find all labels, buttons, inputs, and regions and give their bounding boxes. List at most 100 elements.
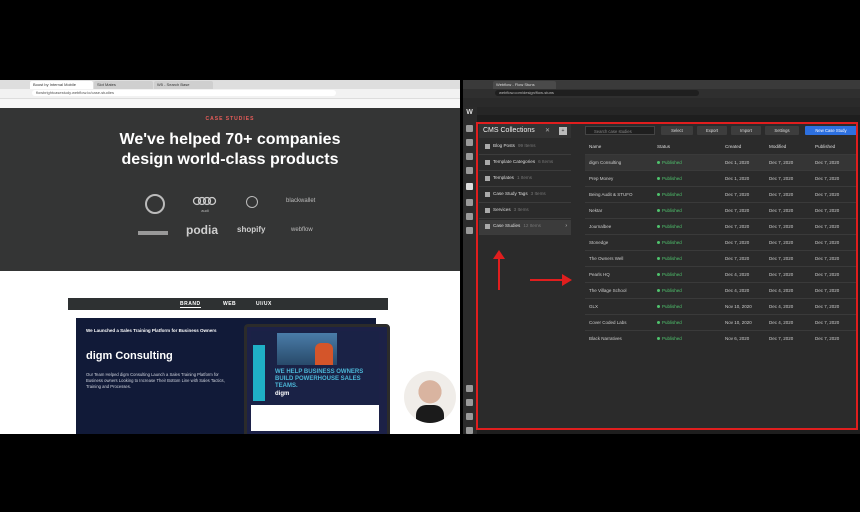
cell-status: Published — [657, 336, 682, 341]
help-icon[interactable] — [466, 427, 473, 434]
collection-item-active[interactable]: Case Studies 12 Items › — [479, 220, 571, 235]
collection-count: 12 Items — [523, 223, 541, 228]
video-icon[interactable] — [466, 413, 473, 420]
cell-status-text: Published — [662, 208, 682, 213]
column-header[interactable]: Status — [657, 144, 670, 149]
table-row[interactable]: Prep Money Published Dec 1, 2020 Dec 7, 202… — [585, 170, 857, 186]
search-input[interactable]: Search case studies — [585, 126, 655, 135]
cell-status-text: Published — [662, 288, 682, 293]
table-row[interactable]: Pearls HQ Published Dec 4, 2020 Dec 7, 2020… — [585, 266, 857, 282]
column-header[interactable]: Published — [815, 144, 835, 149]
column-header[interactable]: Modified — [769, 144, 786, 149]
tab-ui-ux[interactable]: UI/UX — [256, 301, 272, 307]
users-icon[interactable] — [466, 213, 473, 220]
collection-item[interactable]: Blog Posts 99 Items — [479, 140, 571, 155]
cell-published-text: Dec 7, 2020 — [815, 160, 840, 165]
table-row[interactable]: The Owners Well Published Dec 7, 2020 Dec 7… — [585, 250, 857, 266]
add-collection-icon[interactable]: + — [559, 127, 567, 135]
column-header[interactable]: Created — [725, 144, 741, 149]
new-case-study-button[interactable]: New Case Study — [805, 126, 857, 135]
cell-created-text: Nov 6, 2020 — [725, 336, 750, 341]
table-row[interactable]: GLX Published Nov 10, 2020 Dec 4, 2020 Dec 7… — [585, 298, 857, 314]
cell-name: Black Narratives — [589, 336, 622, 341]
table-row[interactable]: Black Narratives Published Nov 6, 2020 Dec … — [585, 330, 857, 346]
close-icon[interactable]: ✕ — [545, 127, 550, 134]
collections-header: CMS Collections ✕ + — [479, 124, 571, 138]
cell-status: Published — [657, 208, 682, 213]
cell-modified: Dec 4, 2020 — [769, 288, 793, 293]
search-icon[interactable] — [466, 399, 473, 406]
collection-icon — [485, 224, 490, 229]
webflow-logo: webflow — [291, 227, 313, 233]
table-header: Name Status Created Modified Published — [585, 142, 857, 152]
table-row[interactable]: Being Audit & STUFO Published Dec 7, 2020 D… — [585, 186, 857, 202]
cell-name-text: Pearls HQ — [589, 272, 610, 277]
audi-logo-text: audi — [201, 208, 209, 213]
cell-published: Dec 7, 2020 — [815, 336, 839, 341]
ecommerce-icon[interactable] — [466, 199, 473, 206]
webflow-logo-icon[interactable]: W — [466, 109, 473, 116]
table-row[interactable]: Cover Coded Labs Published Nov 10, 2020 Dec… — [585, 314, 857, 330]
cell-modified-text: Dec 7, 2020 — [769, 224, 794, 229]
cell-published-text: Dec 7, 2020 — [815, 208, 840, 213]
cell-name: GLX — [589, 304, 598, 309]
cell-status-text: Published — [662, 240, 682, 245]
browser-tab[interactable]: Slot Mates — [94, 81, 153, 89]
add-panel-icon[interactable] — [466, 125, 473, 132]
cell-created: Dec 1, 2020 — [725, 160, 749, 165]
cell-published-text: Dec 7, 2020 — [815, 176, 840, 181]
browser-tab[interactable]: Boost by Internal Mobile — [30, 81, 93, 89]
cell-published-text: Dec 7, 2020 — [815, 336, 840, 341]
cell-created-text: Dec 4, 2020 — [725, 288, 750, 293]
browser-tab[interactable]: Webflow - Flow Stuns — [493, 81, 556, 89]
cell-name: Being Audit & STUFO — [589, 192, 633, 197]
cell-published: Dec 7, 2020 — [815, 320, 839, 325]
assets-icon[interactable] — [466, 167, 473, 174]
tablet-headline: WE HELP BUSINESS OWNERS BUILD POWERHOUSE… — [275, 369, 364, 389]
cell-modified: Dec 7, 2020 — [769, 160, 793, 165]
cell-created: Dec 1, 2020 — [725, 176, 749, 181]
table-row[interactable]: Stonedge Published Dec 7, 2020 Dec 7, 2020 D… — [585, 234, 857, 250]
select-button[interactable]: Select — [661, 126, 693, 135]
cell-created-text: Dec 7, 2020 — [725, 256, 750, 261]
pages-icon[interactable] — [466, 153, 473, 160]
column-header[interactable]: Name — [589, 144, 601, 149]
cell-modified-text: Dec 7, 2020 — [769, 256, 794, 261]
cell-status: Published — [657, 176, 682, 181]
webflow-left-toolbar: W — [463, 107, 477, 434]
cell-created: Dec 7, 2020 — [725, 208, 749, 213]
collection-item[interactable]: Template Categories 6 Items — [479, 156, 571, 171]
table-row[interactable]: The Village School Published Dec 4, 2020 De… — [585, 282, 857, 298]
export-button[interactable]: Export — [697, 126, 727, 135]
table-row[interactable]: Journalbee Published Dec 7, 2020 Dec 7, 202… — [585, 218, 857, 234]
cell-created: Dec 4, 2020 — [725, 272, 749, 277]
url-input[interactable]: flowbrightcasestudy.webflow.io/case-stud… — [32, 90, 336, 96]
collection-icon — [485, 144, 490, 149]
cell-created: Dec 7, 2020 — [725, 240, 749, 245]
tab-brand[interactable]: BRAND — [180, 301, 201, 308]
collection-count: 6 Items — [538, 159, 554, 164]
audit-icon[interactable] — [466, 385, 473, 392]
cell-modified: Dec 7, 2020 — [769, 176, 793, 181]
navigator-icon[interactable] — [466, 139, 473, 146]
table-row[interactable]: Nektar Published Dec 7, 2020 Dec 7, 2020 Dec… — [585, 202, 857, 218]
tab-web[interactable]: WEB — [223, 301, 236, 307]
table-row[interactable]: digm Consulting Published Dec 1, 2020 Dec 7… — [585, 154, 857, 170]
cell-published: Dec 7, 2020 — [815, 176, 839, 181]
cms-icon[interactable] — [466, 183, 473, 190]
collection-item[interactable]: Templates 1 Items — [479, 172, 571, 187]
import-button[interactable]: Import — [731, 126, 761, 135]
cell-modified-text: Dec 4, 2020 — [769, 288, 794, 293]
settings-icon[interactable] — [466, 227, 473, 234]
status-dot-icon — [657, 257, 660, 261]
collection-item[interactable]: Case Study Tags 3 Items — [479, 188, 571, 203]
cell-created: Dec 7, 2020 — [725, 192, 749, 197]
cell-created: Nov 10, 2020 — [725, 304, 752, 309]
cell-created: Nov 6, 2020 — [725, 336, 749, 341]
collection-item[interactable]: Services 3 Items — [479, 204, 571, 219]
settings-button[interactable]: Settings — [765, 126, 799, 135]
left-address-bar: flowbrightcasestudy.webflow.io/case-stud… — [0, 89, 460, 99]
cell-modified: Dec 7, 2020 — [769, 256, 793, 261]
browser-tab[interactable]: W5 - Search Base — [154, 81, 213, 89]
url-input[interactable]: webflow.com/design/flow-stuns — [495, 90, 699, 96]
